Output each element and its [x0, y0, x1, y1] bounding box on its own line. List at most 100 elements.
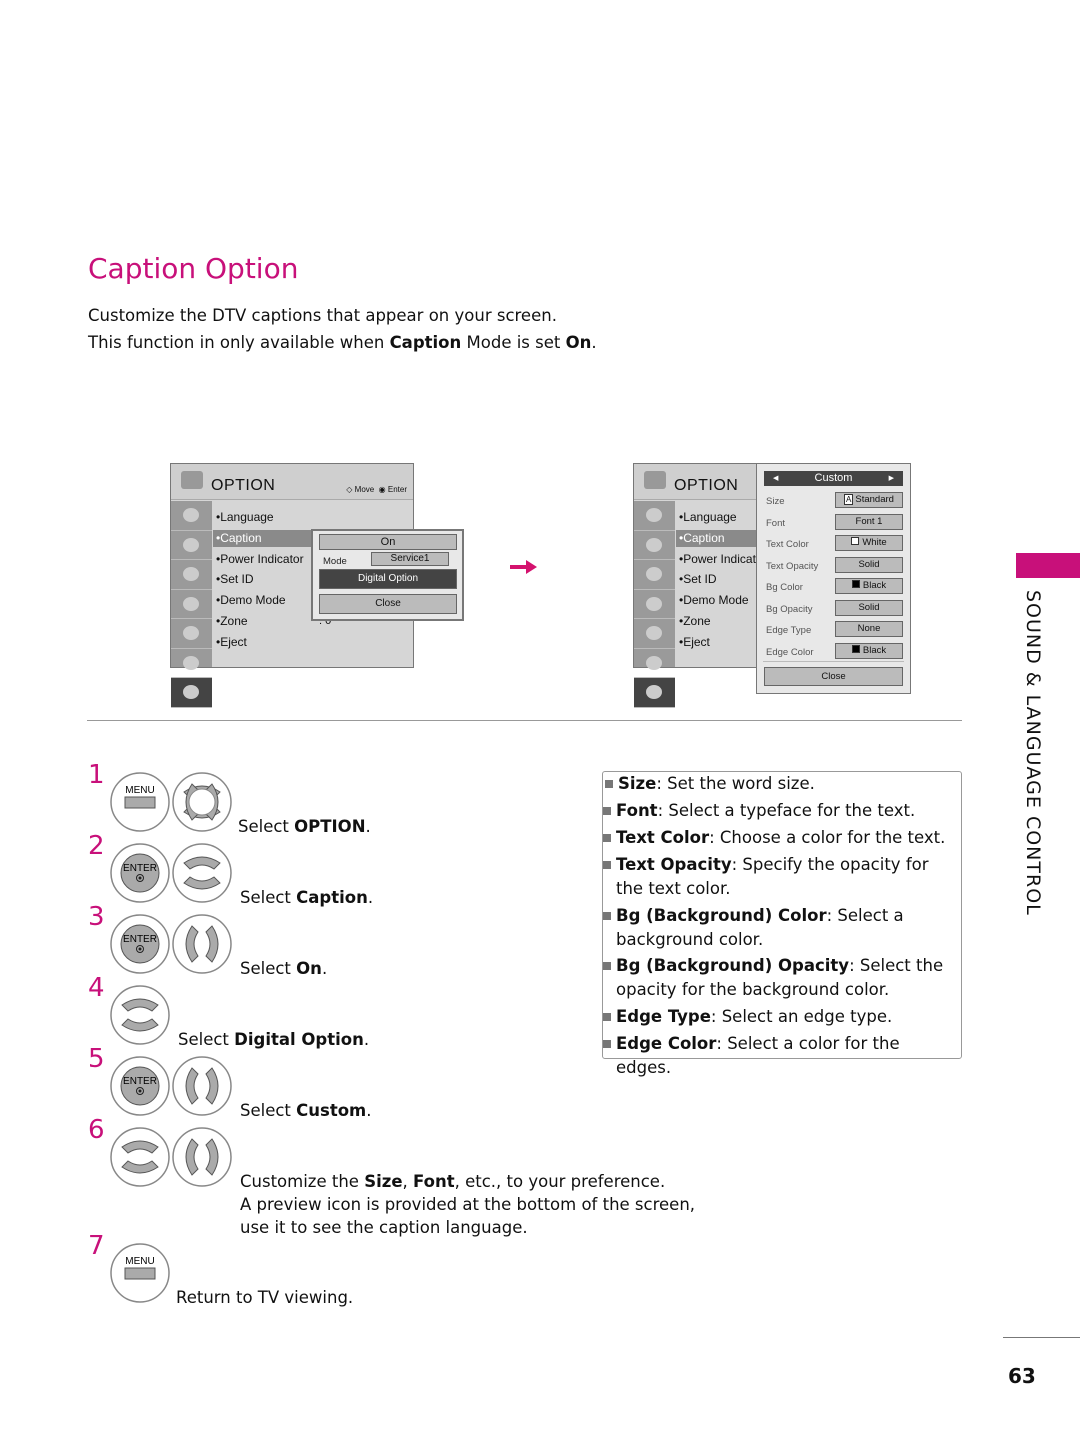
color-swatch-icon	[851, 644, 860, 653]
custom-row-label: Text Color	[766, 539, 809, 550]
feature-item: Bg (Background) Color: Select a backgrou…	[603, 904, 956, 952]
menu-item[interactable]: •Eject	[213, 634, 247, 651]
feature-text: : Select an edge type.	[710, 1007, 893, 1026]
menu-item[interactable]: •Caption	[213, 529, 311, 547]
custom-row-value[interactable]: Black	[835, 578, 903, 594]
step-instruction: Select Custom.	[240, 1099, 372, 1122]
feature-item: Text Opacity: Specify the opacity for th…	[603, 853, 956, 901]
step-text: Select	[240, 1101, 297, 1120]
color-swatch-icon	[851, 580, 860, 588]
menu-button-icon: MENU	[110, 772, 170, 832]
close-button[interactable]: Close	[764, 667, 903, 686]
custom-panel: ◀ Custom ▶ Size A Standard Font Font 1 Text Col…	[756, 463, 911, 694]
mode-label: Mode	[323, 556, 347, 567]
value-text: Black	[862, 580, 887, 591]
step-number: 4	[88, 973, 105, 1003]
menu-item[interactable]: •Zone	[676, 613, 711, 630]
digital-option-button[interactable]: Digital Option	[319, 569, 457, 589]
menu-item[interactable]: •Eject	[676, 634, 710, 651]
custom-row-value[interactable]: White	[835, 535, 903, 551]
feature-label: Edge Color	[616, 1034, 717, 1053]
navigation-pad-button-icon	[172, 772, 232, 832]
step-text: ,	[402, 1172, 414, 1191]
value-text: Solid	[858, 558, 880, 570]
feature-item: Edge Color: Select a color for the edges…	[603, 1032, 956, 1080]
option-icon	[644, 471, 666, 489]
page-number: 63	[1008, 1364, 1036, 1388]
value-text: Font 1	[855, 515, 883, 527]
step-text: Select	[178, 1030, 235, 1049]
menu-title: OPTION	[674, 477, 739, 494]
menu-item[interactable]: •Language	[213, 509, 274, 526]
arrow-right-icon[interactable]: ▶	[889, 471, 894, 486]
menu-item[interactable]: •Demo Mode	[213, 592, 286, 609]
step-keyword: Font	[413, 1172, 455, 1191]
menu-item[interactable]: •Language	[676, 509, 737, 526]
intro-line-1: Customize the DTV captions that appear o…	[88, 306, 557, 325]
mode-value[interactable]: Service1	[371, 552, 449, 566]
close-button[interactable]: Close	[319, 594, 457, 614]
step-instruction: Return to TV viewing.	[176, 1286, 353, 1309]
footer-rule	[1003, 1337, 1080, 1338]
enter-button-icon: ENTER	[110, 1056, 170, 1116]
bullet-icon	[603, 861, 611, 869]
feature-label: Edge Type	[616, 1007, 711, 1026]
step-text: .	[365, 817, 371, 836]
feature-text: : Choose a color for the text.	[709, 828, 946, 847]
feature-label: Bg (Background) Color	[616, 906, 827, 925]
step-keyword: Digital Option	[234, 1030, 364, 1049]
step-number: 2	[88, 831, 105, 861]
up-down-button-icon	[172, 843, 232, 903]
step-keyword: Custom	[296, 1101, 367, 1120]
caption-popup: On Mode Service1 Digital Option Close	[311, 529, 464, 621]
option-icon	[181, 471, 203, 489]
custom-row-value[interactable]: Solid	[835, 599, 903, 616]
custom-row-label: Edge Color	[766, 646, 814, 658]
svg-text:MENU: MENU	[125, 785, 154, 796]
feature-item: Text Color: Choose a color for the text.	[603, 826, 956, 850]
custom-row-value[interactable]: None	[835, 621, 903, 637]
left-right-button-icon	[172, 914, 232, 974]
custom-row-value[interactable]: Black	[835, 642, 903, 659]
divider	[87, 720, 962, 721]
step-instruction: Select Caption.	[240, 886, 373, 909]
menu-button-icon: MENU	[110, 1243, 170, 1303]
arrow-left-icon[interactable]: ◀	[773, 471, 778, 486]
custom-row-label: Text Opacity	[766, 560, 819, 572]
menu-item[interactable]: •Power Indicator	[213, 551, 304, 568]
left-right-button-icon	[172, 1056, 232, 1116]
menu-item[interactable]: •Set ID	[213, 571, 254, 588]
custom-row-value[interactable]: Solid	[835, 556, 903, 573]
step-keyword: OPTION	[294, 817, 366, 836]
step-keyword: Caption	[296, 888, 368, 907]
step-number: 5	[88, 1044, 105, 1074]
feature-item: Size: Set the word size.	[605, 772, 958, 796]
svg-text:ENTER: ENTER	[123, 934, 157, 945]
bullet-icon	[605, 780, 613, 788]
on-button[interactable]: On	[319, 534, 457, 550]
step-number: 1	[88, 760, 105, 790]
custom-row-label: Font	[766, 517, 786, 529]
bullet-icon	[603, 807, 611, 815]
step-keyword: On	[296, 959, 322, 978]
custom-row-label: Bg Opacity	[766, 603, 813, 615]
menu-item[interactable]: •Zone	[213, 613, 248, 630]
feature-text: : Set the word size.	[656, 774, 815, 793]
custom-row-value[interactable]: Font 1	[835, 513, 903, 530]
value-text: Solid	[858, 601, 880, 613]
custom-row-value[interactable]: A Standard	[835, 492, 903, 508]
step-text: Select	[240, 888, 297, 907]
value-text: Black	[862, 644, 887, 656]
feature-item: Font: Select a typeface for the text.	[603, 799, 956, 823]
value-text: None	[857, 623, 881, 634]
step-instruction: Customize the Size, Font, etc., to your …	[240, 1170, 695, 1239]
menu-item[interactable]: •Power Indicate	[676, 551, 763, 568]
custom-row-label: Bg Color	[766, 582, 803, 593]
menu-item[interactable]: •Demo Mode	[676, 592, 749, 609]
feature-label: Text Color	[616, 828, 710, 847]
menu-item[interactable]: •Set ID	[676, 571, 717, 588]
step-instruction: Select Digital Option.	[178, 1028, 369, 1051]
step-number: 7	[88, 1231, 105, 1261]
custom-selector[interactable]: ◀ Custom ▶	[764, 471, 903, 486]
section-title: SOUND & LANGUAGE CONTROL	[1022, 590, 1044, 916]
